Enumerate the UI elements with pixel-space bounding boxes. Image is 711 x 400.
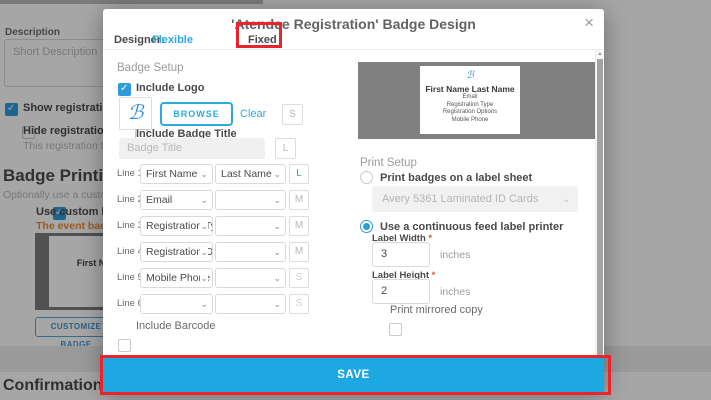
- badge-title-placeholder: Badge Title: [127, 142, 182, 154]
- preview-line: Registration Options: [420, 109, 520, 117]
- scroll-up-icon[interactable]: ▲: [596, 51, 604, 57]
- badge-preview-card: ℬ First Name Last Name Email Registratio…: [420, 66, 520, 134]
- select-value: Email: [146, 194, 172, 206]
- chevron-down-icon: ⌄: [273, 269, 281, 287]
- line-label: Line 5: [117, 268, 143, 288]
- preview-line: Email: [420, 94, 520, 102]
- print-mirrored-checkbox[interactable]: [389, 323, 402, 336]
- check-icon: ✓: [120, 83, 128, 94]
- continuous-feed-radio-label: Use a continuous feed label printer: [380, 221, 563, 233]
- line3-field2-select[interactable]: ⌄: [215, 216, 286, 236]
- chevron-down-icon: ⌄: [273, 217, 281, 235]
- width-unit: inches: [440, 249, 470, 261]
- line5-field1-select[interactable]: Mobile Phone⌄: [140, 268, 213, 288]
- line6-size-badge[interactable]: S: [289, 294, 309, 314]
- badge-preview-area: ℬ First Name Last Name Email Registratio…: [358, 62, 600, 139]
- line5-field2-select[interactable]: ⌄: [215, 268, 286, 288]
- line2-field2-select[interactable]: ⌄: [215, 190, 286, 210]
- line5-size-badge[interactable]: S: [289, 268, 309, 288]
- line-row: Line 6 ⌄ ⌄ S: [103, 294, 333, 314]
- badge-design-modal: 'Atendee Registration' Badge Design × De…: [103, 9, 604, 392]
- preview-name: First Name Last Name: [420, 84, 520, 94]
- line-row: Line 5 Mobile Phone⌄ ⌄ S: [103, 268, 333, 288]
- line-row: Line 1 First Name⌄ Last Name⌄ L: [103, 164, 333, 184]
- line4-size-badge[interactable]: M: [289, 242, 309, 262]
- close-icon[interactable]: ×: [584, 14, 594, 31]
- include-barcode-checkbox[interactable]: [118, 339, 131, 352]
- chevron-down-icon: ⌄: [273, 165, 281, 183]
- badge-setup-heading: Badge Setup: [117, 62, 184, 74]
- active-tab-underline: [245, 46, 274, 48]
- save-button[interactable]: SAVE: [103, 358, 604, 392]
- line1-field1-select[interactable]: First Name⌄: [140, 164, 213, 184]
- required-star: *: [432, 270, 436, 281]
- line4-field2-select[interactable]: ⌄: [215, 242, 286, 262]
- chevron-down-icon: ⌄: [200, 295, 208, 313]
- include-logo-checkbox[interactable]: ✓: [118, 83, 131, 96]
- clear-link[interactable]: Clear: [240, 108, 266, 120]
- line-row: Line 4 Registration Options⌄ ⌄ M: [103, 242, 333, 262]
- label-height-input[interactable]: 2: [372, 279, 430, 304]
- line6-field2-select[interactable]: ⌄: [215, 294, 286, 314]
- chevron-down-icon: ⌄: [273, 191, 281, 209]
- modal-title: 'Atendee Registration' Badge Design: [103, 16, 604, 32]
- line3-size-badge[interactable]: M: [289, 216, 309, 236]
- line1-size-badge[interactable]: L: [289, 164, 309, 184]
- label-sheet-radio[interactable]: [360, 171, 373, 184]
- line4-field1-select[interactable]: Registration Options⌄: [140, 242, 213, 262]
- tab-flexible[interactable]: Flexible: [152, 34, 193, 46]
- line-label: Line 2: [117, 190, 143, 210]
- select-value: Avery 5361 Laminated ID Cards: [382, 193, 538, 205]
- preview-line: Registration Type: [420, 102, 520, 110]
- line-label: Line 3: [117, 216, 143, 236]
- badge-title-size-badge[interactable]: L: [275, 138, 296, 159]
- preview-line: Mobile Phone: [420, 117, 520, 125]
- browse-button[interactable]: BROWSE: [160, 102, 233, 126]
- preview-logo-icon: ℬ: [420, 70, 520, 82]
- chevron-down-icon: ⌄: [273, 295, 281, 313]
- include-barcode-label: Include Barcode: [136, 320, 216, 332]
- include-logo-label: Include Logo: [136, 82, 204, 94]
- line-row: Line 2 Email ⌄ ⌄ M: [103, 190, 333, 210]
- chevron-down-icon: ⌄: [562, 186, 570, 212]
- select-value: Last Name: [221, 168, 272, 180]
- label-sheet-select[interactable]: Avery 5361 Laminated ID Cards ⌄: [372, 186, 578, 212]
- label-sheet-radio-label: Print badges on a label sheet: [380, 172, 532, 184]
- chevron-down-icon: ⌄: [200, 269, 208, 287]
- badge-title-input[interactable]: Badge Title: [119, 138, 265, 159]
- label-width-input[interactable]: 3: [372, 242, 430, 267]
- chevron-down-icon: ⌄: [200, 217, 208, 235]
- scrollbar-thumb[interactable]: [597, 59, 603, 355]
- logo-size-badge[interactable]: S: [282, 104, 303, 125]
- script-b-logo-icon: ℬ: [128, 102, 144, 124]
- modal-scrollbar[interactable]: ▲ ▼: [595, 50, 603, 363]
- line-label: Line 1: [117, 164, 143, 184]
- line1-field2-select[interactable]: Last Name⌄: [215, 164, 286, 184]
- line-label: Line 6: [117, 294, 143, 314]
- line-row: Line 3 Registration Type⌄ ⌄ M: [103, 216, 333, 236]
- line3-field1-select[interactable]: Registration Type⌄: [140, 216, 213, 236]
- chevron-down-icon: ⌄: [200, 165, 208, 183]
- chevron-down-icon: ⌄: [200, 191, 208, 209]
- chevron-down-icon: ⌄: [200, 243, 208, 261]
- header-divider: [103, 49, 604, 50]
- chevron-down-icon: ⌄: [273, 243, 281, 261]
- continuous-feed-radio[interactable]: [360, 220, 373, 233]
- tab-fixed[interactable]: Fixed: [248, 34, 277, 46]
- line2-field1-select[interactable]: Email ⌄: [140, 190, 213, 210]
- print-mirrored-label: Print mirrored copy: [390, 304, 483, 316]
- height-unit: inches: [440, 286, 470, 298]
- line2-size-badge[interactable]: M: [289, 190, 309, 210]
- logo-thumbnail: ℬ: [119, 97, 152, 130]
- select-value: First Name: [146, 168, 197, 180]
- print-setup-heading: Print Setup: [360, 157, 417, 169]
- line-label: Line 4: [117, 242, 143, 262]
- line6-field1-select[interactable]: ⌄: [140, 294, 213, 314]
